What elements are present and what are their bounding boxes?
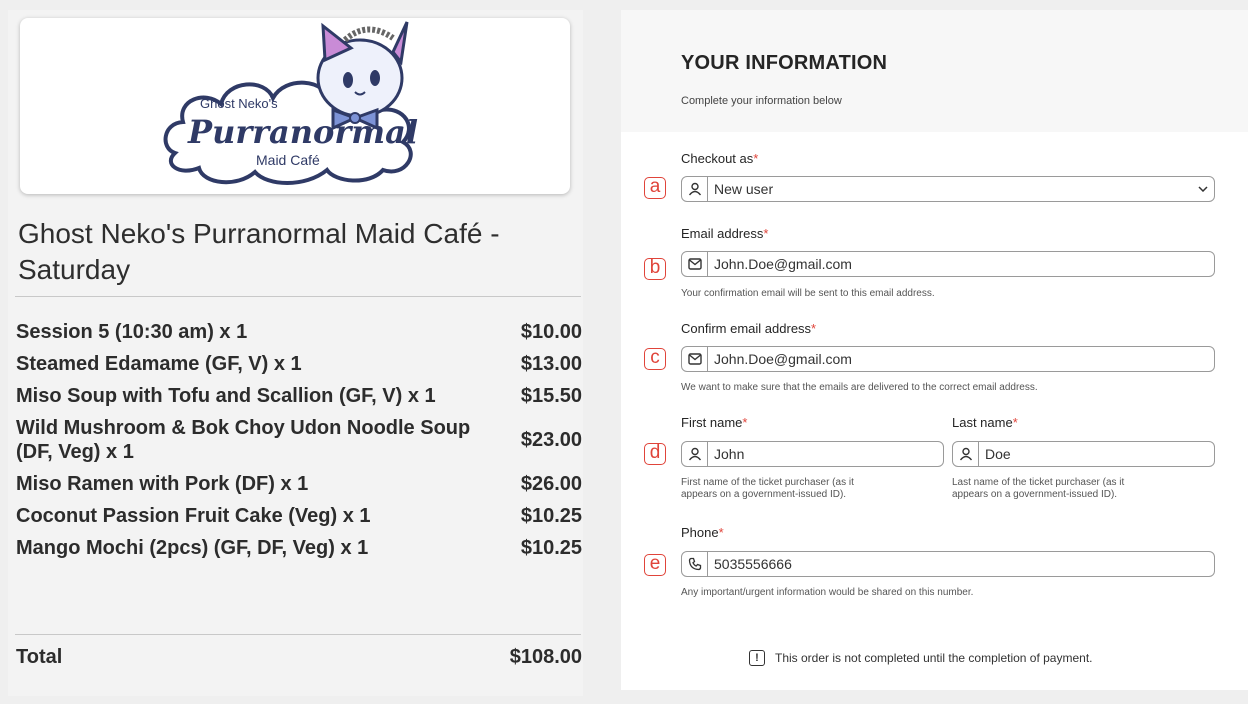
order-total-row: Total $108.00 xyxy=(16,646,582,669)
email-field[interactable]: John.Doe@gmail.com xyxy=(681,251,1215,277)
last-name-value: Doe xyxy=(985,446,1011,462)
confirm-email-label: Confirm email address* xyxy=(681,321,817,336)
phone-hint: Any important/urgent information would b… xyxy=(681,587,974,598)
last-name-field[interactable]: Doe xyxy=(952,441,1215,467)
customer-info-panel: YOUR INFORMATION Complete your informati… xyxy=(621,10,1248,690)
logo-top-text: Ghost Neko's xyxy=(200,96,278,111)
order-item-name: Miso Soup with Tofu and Scallion (GF, V)… xyxy=(16,385,436,407)
first-name-field[interactable]: John xyxy=(681,441,944,467)
event-logo-card: Ghost Neko's Purranormal Maid Café xyxy=(20,18,570,194)
chevron-down-icon[interactable] xyxy=(1192,186,1214,192)
order-item-row: Coconut Passion Fruit Cake (Veg) x 1 $10.… xyxy=(16,500,582,532)
checkout-as-value: New user xyxy=(714,181,774,197)
confirm-email-field[interactable]: John.Doe@gmail.com xyxy=(681,346,1215,372)
annotation-marker-c: c xyxy=(644,348,666,370)
order-item-name: Coconut Passion Fruit Cake (Veg) x 1 xyxy=(16,505,371,527)
total-value: $108.00 xyxy=(509,646,582,668)
phone-value: 5035556666 xyxy=(714,556,792,572)
email-value: John.Doe@gmail.com xyxy=(714,256,852,272)
annotation-marker-b: b xyxy=(644,258,666,280)
order-item-price: $23.00 xyxy=(520,429,582,451)
first-name-value: John xyxy=(714,446,745,462)
first-name-hint: First name of the ticket purchaser (as i… xyxy=(681,477,854,500)
order-item-name: Session 5 (10:30 am) x 1 xyxy=(16,321,248,343)
logo-main-text: Purranormal xyxy=(188,113,418,151)
order-item-price: $13.00 xyxy=(520,353,582,375)
checkout-as-label: Checkout as* xyxy=(681,151,759,166)
annotation-marker-e: e xyxy=(644,554,666,576)
order-items-list: Session 5 (10:30 am) x 1 $10.00 Steamed Ed… xyxy=(16,316,582,564)
last-name-label: Last name* xyxy=(952,415,1018,430)
order-item-price: $10.00 xyxy=(520,321,582,343)
payment-notice-text: This order is not completed until the co… xyxy=(775,651,1093,665)
logo-bottom-text: Maid Café xyxy=(256,152,320,168)
phone-label: Phone* xyxy=(681,525,724,540)
mail-icon xyxy=(682,347,708,371)
last-name-hint: Last name of the ticket purchaser (as it… xyxy=(952,477,1125,500)
email-label: Email address* xyxy=(681,226,769,241)
order-item-row: Session 5 (10:30 am) x 1 $10.00 xyxy=(16,316,582,348)
order-item-price: $10.25 xyxy=(520,537,582,559)
user-icon xyxy=(682,177,708,201)
phone-icon xyxy=(682,552,708,576)
confirm-email-value: John.Doe@gmail.com xyxy=(714,351,852,367)
phone-field[interactable]: 5035556666 xyxy=(681,551,1215,577)
annotation-marker-a: a xyxy=(644,177,666,199)
section-subtitle: Complete your information below xyxy=(681,95,842,107)
order-item-row: Wild Mushroom & Bok Choy Udon Noodle Sou… xyxy=(16,412,582,468)
checkout-as-select[interactable]: New user xyxy=(681,176,1215,202)
mail-icon xyxy=(682,252,708,276)
order-item-row: Miso Soup with Tofu and Scallion (GF, V)… xyxy=(16,380,582,412)
total-label: Total xyxy=(16,646,63,668)
confirm-email-hint: We want to make sure that the emails are… xyxy=(681,382,1038,393)
first-name-label: First name* xyxy=(681,415,748,430)
order-item-name: Miso Ramen with Pork (DF) x 1 xyxy=(16,473,309,495)
order-item-name: Steamed Edamame (GF, V) x 1 xyxy=(16,353,302,375)
annotation-marker-d: d xyxy=(644,443,666,465)
order-item-row: Steamed Edamame (GF, V) x 1 $13.00 xyxy=(16,348,582,380)
email-hint: Your confirmation email will be sent to … xyxy=(681,288,935,299)
order-item-price: $26.00 xyxy=(520,473,582,495)
order-item-name: Mango Mochi (2pcs) (GF, DF, Veg) x 1 xyxy=(16,537,369,559)
event-title: Ghost Neko's Purranormal Maid Café - Sat… xyxy=(18,218,500,285)
order-item-price: $10.25 xyxy=(520,505,582,527)
payment-notice: ! This order is not completed until the … xyxy=(749,650,1093,666)
order-item-row: Mango Mochi (2pcs) (GF, DF, Veg) x 1 $10.… xyxy=(16,532,582,564)
section-title: YOUR INFORMATION xyxy=(681,52,888,74)
alert-icon: ! xyxy=(749,650,765,666)
order-item-row: Miso Ramen with Pork (DF) x 1 $26.00 xyxy=(16,468,582,500)
order-item-price: $15.50 xyxy=(520,385,582,407)
order-summary-panel: Ghost Neko's Purranormal Maid Café Ghost… xyxy=(8,10,583,696)
summary-divider-top xyxy=(15,296,581,297)
user-icon xyxy=(953,442,979,466)
summary-divider-bottom xyxy=(15,634,581,635)
user-icon xyxy=(682,442,708,466)
order-item-name: Wild Mushroom & Bok Choy Udon Noodle Sou… xyxy=(16,417,471,463)
